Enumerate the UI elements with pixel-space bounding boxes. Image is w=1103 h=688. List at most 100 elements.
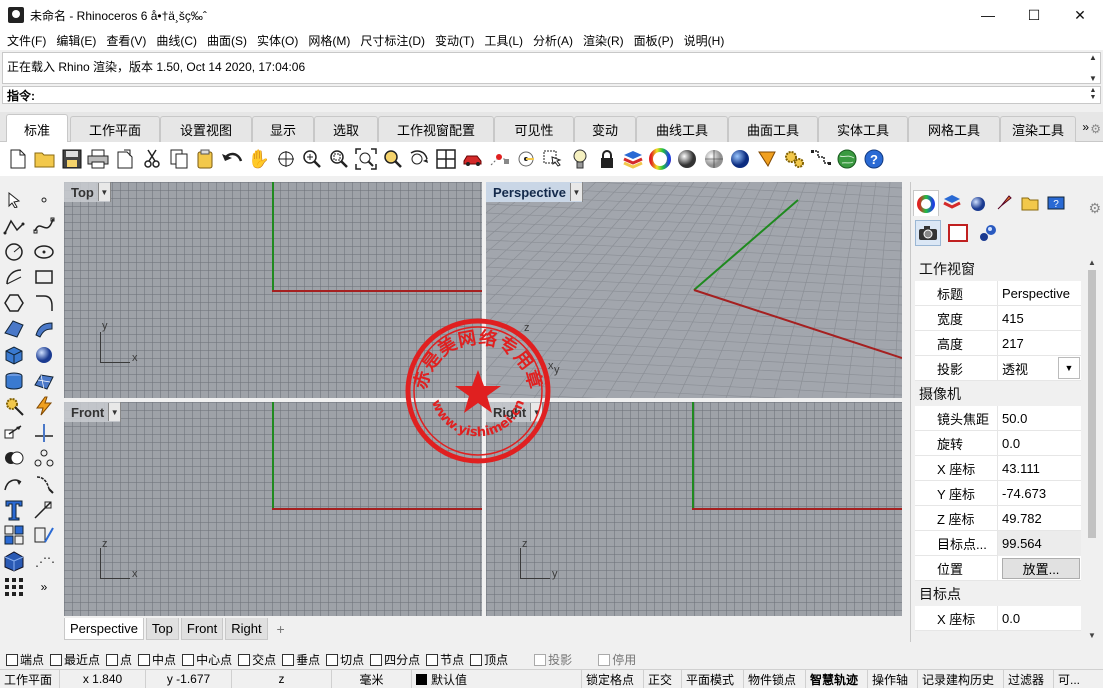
toggle-planar[interactable]: 平面模式 xyxy=(682,669,744,688)
viewport-title[interactable]: Perspective ▼ xyxy=(486,182,583,202)
menu-mesh[interactable]: 网格(M) xyxy=(303,32,355,49)
color-wheel-icon[interactable] xyxy=(648,147,672,171)
menu-view[interactable]: 查看(V) xyxy=(101,32,151,49)
viewport-tab-front[interactable]: Front xyxy=(180,618,224,640)
print-icon[interactable] xyxy=(86,147,110,171)
tabs-overflow-icon[interactable]: » xyxy=(1082,120,1089,134)
tab-cplanes[interactable]: 工作平面 xyxy=(70,116,160,142)
help-icon[interactable]: ? xyxy=(862,147,886,171)
move-icon[interactable] xyxy=(2,420,26,444)
layer-tab-icon[interactable] xyxy=(939,190,965,216)
boolean-icon[interactable] xyxy=(2,446,26,470)
circle-icon[interactable] xyxy=(2,240,26,264)
point-filter-icon[interactable] xyxy=(488,147,512,171)
save-icon[interactable] xyxy=(60,147,84,171)
array-icon[interactable] xyxy=(32,446,56,470)
chevron-down-icon[interactable]: ▼ xyxy=(108,403,121,421)
checkbox[interactable] xyxy=(138,653,151,666)
tab-transform[interactable]: 变动 xyxy=(574,116,636,142)
history-scrollbar[interactable]: ▲ ▼ xyxy=(1086,53,1100,83)
tab-set-view[interactable]: 设置视图 xyxy=(160,116,252,142)
more-icon[interactable]: » xyxy=(32,575,56,599)
scroll-up-icon[interactable]: ▲ xyxy=(1088,258,1096,267)
gear-transform-icon[interactable] xyxy=(2,394,26,418)
lock-icon[interactable] xyxy=(595,147,619,171)
viewport-title[interactable]: Front ▼ xyxy=(64,402,122,422)
explode-icon[interactable]: ⋰⋱ xyxy=(32,549,56,573)
import-icon[interactable] xyxy=(113,147,137,171)
select-icon[interactable] xyxy=(541,147,565,171)
ghost-sphere-icon[interactable] xyxy=(702,147,726,171)
viewport-tab-right[interactable]: Right xyxy=(225,618,268,640)
tab-curve-tools[interactable]: 曲线工具 xyxy=(636,116,728,142)
solid-box-icon[interactable] xyxy=(2,549,26,573)
block-icon[interactable] xyxy=(32,523,56,547)
tab-viewport-layout[interactable]: 工作视窗配置 xyxy=(378,116,494,142)
tab-display[interactable]: 显示 xyxy=(252,116,314,142)
project-icon[interactable] xyxy=(32,472,56,496)
maximize-button[interactable]: ☐ xyxy=(1011,0,1057,30)
osnap-quad[interactable]: 四分点 xyxy=(370,651,420,668)
menu-panels[interactable]: 面板(P) xyxy=(629,32,679,49)
folder-tab-icon[interactable] xyxy=(1017,190,1043,216)
viewport-right[interactable]: z y Right ▼ xyxy=(486,402,902,616)
toggle-smarttrack[interactable]: 智慧轨迹 xyxy=(806,669,868,688)
menu-edit[interactable]: 编辑(E) xyxy=(51,32,101,49)
group-icon[interactable] xyxy=(2,523,26,547)
viewport-tab-perspective[interactable]: Perspective xyxy=(64,618,144,640)
scroll-down-icon[interactable]: ▼ xyxy=(1090,94,1097,101)
render-sphere-icon[interactable] xyxy=(728,147,752,171)
scroll-down-icon[interactable]: ▼ xyxy=(1088,631,1096,640)
surface-icon[interactable] xyxy=(2,317,26,341)
prop-title-field[interactable]: Perspective xyxy=(997,280,1081,306)
toggle-record-history[interactable]: 记录建构历史 xyxy=(918,669,1004,688)
tab-render-tools[interactable]: 渲染工具 xyxy=(1000,116,1076,142)
checkbox[interactable] xyxy=(282,653,295,666)
rotate-view-icon[interactable] xyxy=(274,147,298,171)
brush-tab-icon[interactable] xyxy=(991,190,1017,216)
osnap-tan[interactable]: 切点 xyxy=(326,651,364,668)
status-more[interactable]: 可... xyxy=(1054,670,1092,688)
menu-curve[interactable]: 曲线(C) xyxy=(151,32,202,49)
toggle-gumball[interactable]: 操作轴 xyxy=(868,669,918,688)
menu-render[interactable]: 渲染(R) xyxy=(578,32,629,49)
chevron-down-icon[interactable]: ▼ xyxy=(570,183,582,201)
osnap-mid[interactable]: 中点 xyxy=(138,651,176,668)
lightning-icon[interactable] xyxy=(32,394,56,418)
material-tab-icon[interactable] xyxy=(965,190,991,216)
select-arrow-icon[interactable] xyxy=(2,188,26,212)
prop-rotation-field[interactable]: 0.0 xyxy=(997,430,1081,456)
chevron-down-icon[interactable]: ▼ xyxy=(530,403,543,421)
trim-icon[interactable] xyxy=(32,420,56,444)
help-tab-icon[interactable]: ? xyxy=(1043,190,1069,216)
layer-icon[interactable] xyxy=(621,147,645,171)
prop-lens-field[interactable]: 50.0 xyxy=(997,405,1081,431)
menu-transform[interactable]: 变动(T) xyxy=(430,32,479,49)
command-history[interactable]: 正在载入 Rhino 渲染，版本 1.50, Oct 14 2020, 17:0… xyxy=(2,52,1101,84)
tabs-gear-icon[interactable]: ⚙ xyxy=(1090,122,1101,136)
open-icon[interactable] xyxy=(33,147,57,171)
checkbox[interactable] xyxy=(598,653,611,666)
car-icon[interactable] xyxy=(461,147,485,171)
checkbox[interactable] xyxy=(370,653,383,666)
cut-icon[interactable] xyxy=(140,147,164,171)
projection-select[interactable]: 透视 ▼ xyxy=(997,355,1081,381)
viewport-top[interactable]: y x Top ▼ xyxy=(64,182,482,398)
color-wheel-tab-icon[interactable] xyxy=(913,190,939,216)
viewport-frame-icon[interactable] xyxy=(945,220,971,246)
new-icon[interactable] xyxy=(6,147,30,171)
arc-icon[interactable] xyxy=(2,265,26,289)
dimension-icon[interactable] xyxy=(32,498,56,522)
grid-icon[interactable] xyxy=(2,575,26,599)
shade-sphere-icon[interactable] xyxy=(675,147,699,171)
viewport-title[interactable]: Top ▼ xyxy=(64,182,111,202)
globe-icon[interactable] xyxy=(835,147,859,171)
zoom-selected-icon[interactable] xyxy=(381,147,405,171)
point-icon[interactable] xyxy=(32,188,56,212)
prop-target-x-field[interactable]: 0.0 xyxy=(997,605,1081,631)
command-input[interactable] xyxy=(35,88,1086,102)
status-layer[interactable]: 默认值 xyxy=(412,669,582,688)
orient-icon[interactable] xyxy=(2,472,26,496)
polyline-icon[interactable] xyxy=(2,214,26,238)
viewport-front[interactable]: z x Front ▼ xyxy=(64,402,482,616)
